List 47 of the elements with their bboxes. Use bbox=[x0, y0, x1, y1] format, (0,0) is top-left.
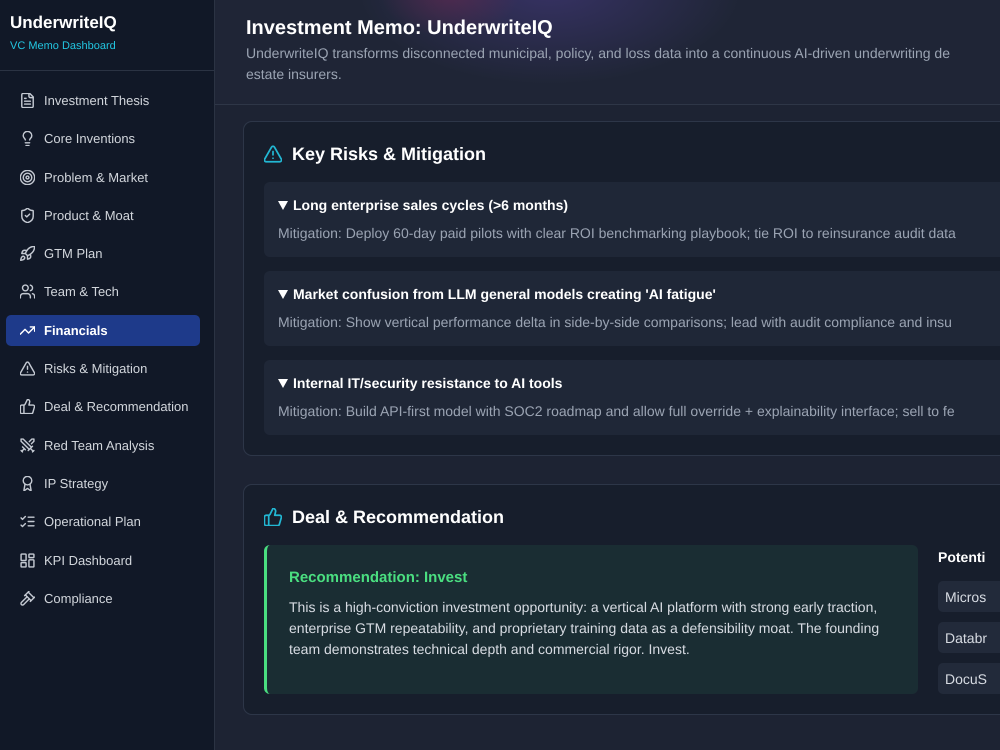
thumbs-up-icon bbox=[20, 399, 35, 414]
nav-item[interactable]: Compliance bbox=[6, 582, 200, 614]
side-list-item: Micros bbox=[938, 581, 1000, 612]
nav-item[interactable]: IP Strategy bbox=[6, 468, 200, 499]
nav-item[interactable]: Operational Plan bbox=[6, 506, 200, 538]
mitigation-text: Mitigation: Build API-first model with SOC2 roadmap and allow full override + explainability interface; sell to fe bbox=[278, 402, 956, 421]
warning-icon bbox=[20, 361, 35, 376]
nav-item[interactable]: KPI Dashboard bbox=[6, 544, 200, 576]
grid-icon bbox=[20, 552, 35, 568]
nav-item[interactable]: Product & Moat bbox=[6, 200, 200, 231]
side-list-item: Databr bbox=[938, 622, 1000, 653]
card-title: Key Risks & Mitigation bbox=[292, 143, 486, 166]
checklist-icon bbox=[20, 514, 35, 530]
risk-toggle[interactable]: Internal IT/security resistance to AI tools bbox=[278, 373, 562, 393]
memo-title: Investment Memo: UnderwriteIQ bbox=[246, 16, 554, 41]
mitigation-text: Mitigation: Show vertical performance delta in side-by-side comparisons; lead with audit compliance and insu bbox=[278, 313, 953, 332]
target-icon bbox=[20, 170, 35, 185]
app-subtitle: VC Memo Dashboard bbox=[10, 39, 117, 53]
users-icon bbox=[20, 284, 35, 300]
crossed-swords-icon bbox=[20, 438, 35, 453]
gavel-icon bbox=[20, 590, 35, 606]
nav-item[interactable]: Red Team Analysis bbox=[6, 430, 200, 461]
risk-toggle[interactable]: Long enterprise sales cycles (>6 months) bbox=[278, 195, 568, 215]
recommendation-title: Recommendation: Invest bbox=[289, 568, 468, 588]
lightbulb-icon bbox=[20, 131, 35, 146]
warning-icon bbox=[264, 145, 282, 163]
nav-item[interactable]: Risks & Mitigation bbox=[6, 353, 200, 384]
rocket-icon bbox=[20, 246, 35, 262]
shield-check-icon bbox=[20, 208, 35, 223]
nav-item[interactable]: Deal & Recommendation bbox=[6, 391, 200, 422]
nav-item[interactable]: Problem & Market bbox=[6, 162, 200, 193]
nav-item[interactable]: GTM Plan bbox=[6, 238, 200, 270]
document-icon bbox=[20, 93, 35, 108]
nav-item[interactable]: Core Inventions bbox=[6, 123, 200, 154]
award-icon bbox=[20, 476, 35, 491]
thumbs-up-icon bbox=[264, 508, 282, 526]
nav-item[interactable]: Financials bbox=[6, 314, 200, 346]
side-column-heading: Potenti bbox=[938, 548, 986, 567]
memo-summary: UnderwriteIQ transforms disconnected municipal, policy, and loss data into a continuous AI-driven underwriting de estate insurers. bbox=[246, 44, 951, 84]
side-list-item: DocuS bbox=[938, 663, 1000, 694]
nav-item[interactable]: Investment Thesis bbox=[6, 85, 200, 116]
mitigation-text: Mitigation: Deploy 60-day paid pilots with clear ROI benchmarking playbook; tie ROI to reinsurance audit data bbox=[278, 224, 957, 243]
recommendation-text: This is a high-conviction investment opportunity: a vertical AI platform with strong early traction, enterprise GTM repeatability, and proprietary training data as a defensibility moat. The founding team demonstrates technical depth and commercial rigor. Invest. bbox=[289, 598, 880, 659]
nav-item[interactable]: Team & Tech bbox=[6, 276, 200, 308]
app-title: UnderwriteIQ bbox=[10, 12, 118, 34]
risk-toggle[interactable]: Market confusion from LLM general models creating 'AI fatigue' bbox=[278, 284, 716, 304]
card-title: Deal & Recommendation bbox=[292, 506, 504, 529]
